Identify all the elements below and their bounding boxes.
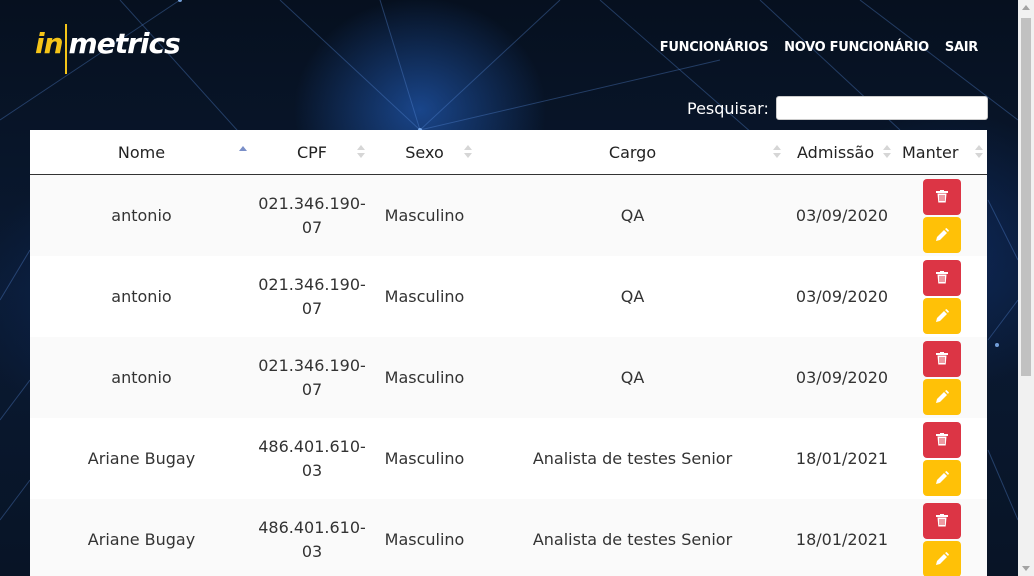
- scrollbar-thumb[interactable]: [1021, 18, 1031, 376]
- sort-icon: [883, 145, 891, 159]
- cell-sexo: Masculino: [371, 174, 478, 256]
- sort-icon: [357, 145, 365, 159]
- pencil-icon: [936, 470, 949, 484]
- trash-icon: [936, 352, 948, 365]
- cell-actions: [897, 256, 987, 337]
- cell-cargo: Analista de testes Senior: [532, 449, 733, 468]
- cell-admissao: 03/09/2020: [787, 174, 897, 256]
- column-header-admissao[interactable]: Admissão: [787, 130, 897, 175]
- column-header-sexo[interactable]: Sexo: [371, 130, 478, 175]
- cell-cpf: 021.346.190- 07: [253, 337, 371, 418]
- pencil-icon: [936, 551, 949, 565]
- scroll-up-icon[interactable]: [1022, 5, 1030, 10]
- cell-admissao: 03/09/2020: [787, 337, 897, 418]
- pencil-icon: [936, 389, 949, 403]
- inmetrics-logo[interactable]: in metrics: [35, 24, 181, 74]
- cell-actions: [897, 174, 987, 256]
- cell-sexo: Masculino: [371, 337, 478, 418]
- sort-ascending-icon: [239, 146, 247, 160]
- cell-nome: antonio: [111, 287, 172, 306]
- search-box: Pesquisar:: [687, 96, 988, 120]
- cell-nome: antonio: [30, 337, 253, 418]
- column-header-manter[interactable]: Manter: [897, 130, 987, 175]
- delete-button[interactable]: [923, 502, 961, 539]
- scroll-down-icon[interactable]: [1022, 566, 1030, 571]
- employees-table: Nome CPF Sexo Cargo Admissão Manter anto…: [30, 130, 987, 576]
- cell-sexo: Masculino: [384, 449, 465, 468]
- edit-button[interactable]: [923, 378, 961, 415]
- delete-button[interactable]: [923, 340, 961, 377]
- logo-metrics: metrics: [68, 27, 181, 60]
- table-row: antonio 021.346.190- 07 Masculino QA 03/0…: [30, 256, 987, 337]
- table-row: Ariane Bugay 486.401.610- 03 Masculino An…: [30, 418, 987, 499]
- cell-admissao: 03/09/2020: [795, 287, 889, 306]
- nav-novo-funcionario[interactable]: NOVO FUNCIONÁRIO: [784, 40, 929, 55]
- cell-actions: [897, 337, 987, 418]
- edit-button[interactable]: [923, 216, 961, 253]
- sort-icon: [464, 145, 472, 159]
- page-scrollbar[interactable]: [1018, 0, 1034, 576]
- trash-icon: [936, 271, 948, 284]
- delete-button[interactable]: [923, 259, 961, 296]
- sort-icon: [773, 145, 781, 159]
- cell-sexo: Masculino: [371, 499, 478, 576]
- logo-in: in: [35, 27, 64, 60]
- employees-table-container: Nome CPF Sexo Cargo Admissão Manter anto…: [30, 130, 987, 576]
- cell-sexo: Masculino: [384, 287, 465, 306]
- cell-cargo: QA: [620, 287, 645, 306]
- delete-button[interactable]: [923, 421, 961, 458]
- column-header-cargo[interactable]: Cargo: [478, 130, 787, 175]
- trash-icon: [936, 190, 948, 203]
- cell-cargo: Analista de testes Senior: [478, 499, 787, 576]
- edit-button[interactable]: [923, 540, 961, 576]
- edit-button[interactable]: [923, 459, 961, 496]
- sort-icon: [975, 145, 983, 159]
- cell-cargo: QA: [478, 174, 787, 256]
- top-nav: FUNCIONÁRIOS NOVO FUNCIONÁRIO SAIR: [660, 40, 979, 55]
- cell-cpf: 021.346.190- 07: [258, 274, 366, 318]
- delete-button[interactable]: [923, 178, 961, 215]
- trash-icon: [936, 433, 948, 446]
- edit-button[interactable]: [923, 297, 961, 334]
- table-header-row: Nome CPF Sexo Cargo Admissão Manter: [30, 130, 987, 175]
- nav-funcionarios[interactable]: FUNCIONÁRIOS: [660, 40, 769, 55]
- pencil-icon: [936, 227, 949, 241]
- pencil-icon: [936, 308, 949, 322]
- table-row: antonio 021.346.190- 07 Masculino QA 03/0…: [30, 337, 987, 418]
- search-input[interactable]: [775, 96, 988, 120]
- column-header-nome[interactable]: Nome: [30, 130, 253, 175]
- logo-divider: [64, 24, 67, 74]
- cell-nome: antonio: [30, 174, 253, 256]
- search-label: Pesquisar:: [687, 98, 769, 118]
- cell-actions: [897, 418, 987, 499]
- cell-cargo: QA: [478, 337, 787, 418]
- table-row: Ariane Bugay 486.401.610- 03 Masculino An…: [30, 499, 987, 576]
- nav-sair[interactable]: SAIR: [945, 40, 978, 55]
- cell-cpf: 021.346.190- 07: [253, 174, 371, 256]
- cell-cpf: 486.401.610- 03: [253, 499, 371, 576]
- cell-admissao: 18/01/2021: [795, 449, 889, 468]
- cell-actions: [897, 499, 987, 576]
- column-header-cpf[interactable]: CPF: [253, 130, 371, 175]
- table-row: antonio 021.346.190- 07 Masculino QA 03/0…: [30, 174, 987, 256]
- cell-nome: Ariane Bugay: [87, 449, 196, 468]
- cell-admissao: 18/01/2021: [787, 499, 897, 576]
- table-body: antonio 021.346.190- 07 Masculino QA 03/0…: [30, 174, 987, 576]
- trash-icon: [936, 514, 948, 527]
- cell-nome: Ariane Bugay: [30, 499, 253, 576]
- cell-cpf: 486.401.610- 03: [258, 436, 366, 480]
